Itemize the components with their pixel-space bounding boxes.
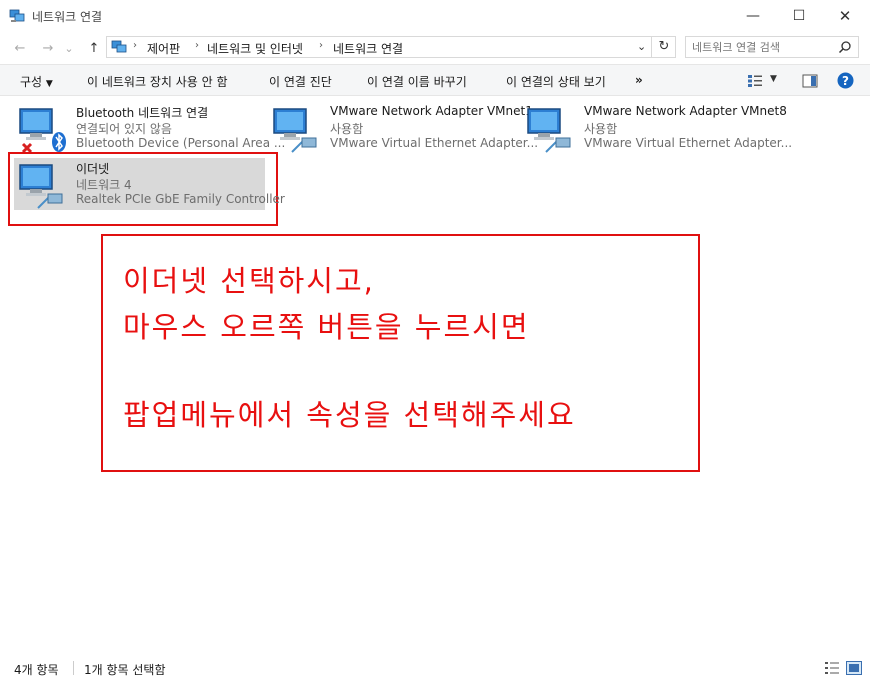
recent-locations-button[interactable]: ⌄ (62, 38, 76, 58)
address-dropdown-icon[interactable]: ⌄ (637, 40, 646, 53)
selected-count: 1개 항목 선택함 (84, 663, 166, 677)
minimize-icon: — (746, 8, 760, 24)
breadcrumb-separator-icon: › (133, 40, 137, 51)
ethernet-network-icon (527, 108, 571, 153)
connection-device: VMware Virtual Ethernet Adapter... (584, 136, 793, 150)
search-input[interactable] (692, 39, 832, 55)
view-options-chevron-icon[interactable]: ▼ (770, 74, 777, 84)
title-bar: 네트워크 연결 — ☐ ✕ (0, 0, 870, 32)
more-commands-button[interactable]: » (635, 73, 643, 87)
connection-name: VMware Network Adapter VMnet8 (584, 104, 787, 118)
forward-button[interactable]: → (38, 38, 58, 58)
status-divider (73, 661, 74, 675)
up-button[interactable]: ↑ (84, 38, 104, 58)
organize-menu[interactable]: 구성 ▼ (20, 73, 53, 90)
connection-tile-ethernet[interactable]: 이더넷 네트워크 4 Realtek PCIe GbE Family Contr… (14, 158, 285, 210)
view-status-button[interactable]: 이 연결의 상태 보기 (506, 73, 606, 90)
breadcrumb-network-connections[interactable]: 네트워크 연결 (333, 40, 403, 57)
chevron-down-icon: ⌄ (64, 41, 74, 55)
connection-name: 이더넷 (76, 162, 110, 176)
connection-device: Realtek PCIe GbE Family Controller (76, 192, 285, 206)
details-view-icon[interactable] (824, 661, 840, 675)
bluetooth-network-icon (19, 108, 66, 154)
svg-text:?: ? (842, 74, 849, 88)
connection-status: 사용함 (330, 122, 364, 136)
connection-status: 네트워크 4 (76, 178, 132, 192)
large-icons-view-icon[interactable] (846, 661, 862, 675)
connection-status: 연결되어 있지 않음 (76, 122, 172, 136)
up-arrow-icon: ↑ (88, 40, 100, 56)
command-bar: 구성 ▼ 이 네트워크 장치 사용 안 함 이 연결 진단 이 연결 이름 바꾸… (0, 64, 870, 96)
help-icon[interactable]: ? (837, 72, 854, 89)
breadcrumb-separator-icon: › (195, 40, 199, 51)
annotation-line-2: 마우스 오르쪽 버튼을 누르시면 (123, 310, 530, 344)
back-button[interactable]: ← (10, 38, 30, 58)
connection-device: VMware Virtual Ethernet Adapter... (330, 136, 539, 150)
breadcrumb-separator-icon: › (319, 40, 323, 51)
back-arrow-icon: ← (14, 40, 26, 56)
search-icon[interactable] (838, 40, 852, 54)
connection-device: Bluetooth Device (Personal Area ... (76, 136, 286, 150)
connection-tile-vmnet8[interactable]: VMware Network Adapter VMnet8 사용함 VMware… (522, 102, 792, 158)
connection-name: Bluetooth 네트워크 연결 (76, 106, 209, 120)
diagnose-connection-button[interactable]: 이 연결 진단 (269, 73, 332, 90)
organize-label: 구성 (20, 75, 43, 89)
rename-connection-button[interactable]: 이 연결 이름 바꾸기 (367, 73, 467, 90)
connection-tile-vmnet1[interactable]: VMware Network Adapter VMnet1 사용함 VMware… (268, 102, 538, 158)
forward-arrow-icon: → (42, 40, 54, 56)
connection-name: VMware Network Adapter VMnet1 (330, 104, 533, 118)
annotation-line-3: 팝업메뉴에서 속성을 선택해주세요 (123, 398, 576, 432)
connection-tile-bluetooth[interactable]: Bluetooth 네트워크 연결 연결되어 있지 않음 Bluetooth D… (14, 102, 285, 158)
ethernet-network-icon (19, 164, 63, 209)
maximize-icon: ☐ (792, 8, 806, 24)
network-connections-icon (9, 9, 25, 22)
control-panel-icon (111, 40, 127, 53)
status-bar: 4개 항목 1개 항목 선택함 (0, 652, 870, 682)
close-button[interactable]: ✕ (822, 0, 868, 32)
close-icon: ✕ (838, 7, 852, 25)
dropdown-arrow-icon: ▼ (45, 79, 53, 89)
breadcrumb-control-panel[interactable]: 제어판 (147, 40, 180, 57)
disable-device-button[interactable]: 이 네트워크 장치 사용 안 함 (87, 73, 228, 90)
annotation-line-1: 이더넷 선택하시고, (123, 264, 375, 298)
breadcrumb-network-internet[interactable]: 네트워크 및 인터넷 (207, 40, 303, 57)
navigation-bar: ← → ⌄ ↑ › 제어판 › 네트워크 및 인터넷 › 네트워크 연결 ⌄ ↻ (0, 32, 870, 64)
minimize-button[interactable]: — (730, 0, 776, 32)
item-count: 4개 항목 (14, 663, 59, 677)
connection-status: 사용함 (584, 122, 618, 136)
search-box[interactable] (685, 36, 859, 58)
ethernet-network-icon (273, 108, 317, 153)
refresh-icon[interactable]: ↻ (651, 37, 676, 57)
preview-pane-icon[interactable] (802, 74, 818, 88)
instruction-annotation: 이더넷 선택하시고, 마우스 오르쪽 버튼을 누르시면 팝업메뉴에서 속성을 선… (101, 234, 700, 472)
window-title: 네트워크 연결 (32, 10, 103, 24)
maximize-button[interactable]: ☐ (776, 0, 822, 32)
change-view-icon[interactable] (747, 74, 763, 88)
address-bar[interactable]: › 제어판 › 네트워크 및 인터넷 › 네트워크 연결 ⌄ ↻ (106, 36, 676, 58)
